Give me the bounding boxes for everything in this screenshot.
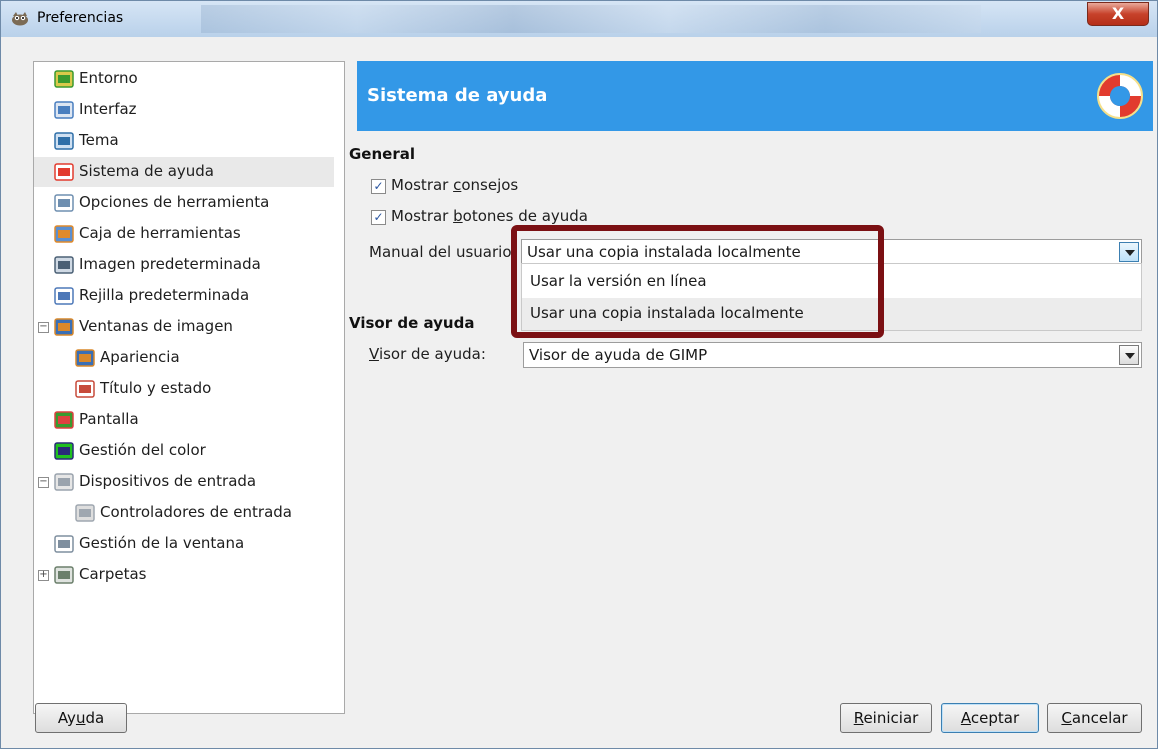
sidebar-item-label: Sistema de ayuda xyxy=(79,162,214,180)
lifebuoy-icon xyxy=(1097,73,1143,119)
title-bar[interactable]: Preferencias X xyxy=(1,1,1157,37)
sidebar-item-environment[interactable]: Entorno xyxy=(34,64,334,94)
help-system-icon xyxy=(54,163,74,181)
sidebar-item-label: Rejilla predeterminada xyxy=(79,286,250,304)
sidebar-item-display[interactable]: Pantalla xyxy=(34,405,334,435)
appearance-icon xyxy=(75,349,95,367)
color-management-icon xyxy=(54,442,74,460)
sidebar-item-label: Imagen predeterminada xyxy=(79,255,261,273)
chevron-down-icon[interactable] xyxy=(1119,345,1139,365)
display-icon xyxy=(54,411,74,429)
interface-icon xyxy=(54,101,74,119)
sidebar-item-label: Carpetas xyxy=(79,565,147,583)
environment-icon xyxy=(54,70,74,88)
show-help-buttons-label[interactable]: Mostrar botones de ayuda xyxy=(391,207,588,225)
window-title: Preferencias xyxy=(37,10,124,26)
sidebar-item-label: Interfaz xyxy=(79,100,137,118)
sidebar-item-toolbox[interactable]: Caja de herramientas xyxy=(34,219,334,249)
help-button[interactable]: Ayuda xyxy=(35,703,127,733)
sidebar-item-help-system[interactable]: Sistema de ayuda xyxy=(34,157,334,187)
toolbox-icon xyxy=(54,225,74,243)
default-image-icon xyxy=(54,256,74,274)
general-heading: General xyxy=(349,145,415,163)
title-status-icon xyxy=(75,380,95,398)
input-devices-icon xyxy=(54,473,74,491)
help-browser-heading: Visor de ayuda xyxy=(349,314,475,332)
sidebar-item-default-image[interactable]: Imagen predeterminada xyxy=(34,250,334,280)
sidebar-item-label: Controladores de entrada xyxy=(100,503,292,521)
ok-button[interactable]: Aceptar xyxy=(941,703,1039,733)
sidebar-item-label: Dispositivos de entrada xyxy=(79,472,257,490)
sidebar-item-input-devices[interactable]: − Dispositivos de entrada xyxy=(34,467,334,497)
section-title: Sistema de ayuda xyxy=(367,85,548,106)
default-grid-icon xyxy=(54,287,74,305)
theme-icon xyxy=(54,132,74,150)
sidebar-item-image-windows[interactable]: − Ventanas de imagen xyxy=(34,312,334,342)
sidebar-item-label: Entorno xyxy=(79,69,138,87)
expand-icon[interactable]: + xyxy=(38,570,49,581)
tool-options-icon xyxy=(54,194,74,212)
window-management-icon xyxy=(54,535,74,553)
help-browser-combo[interactable]: Visor de ayuda de GIMP xyxy=(523,342,1142,368)
sidebar-item-tool-options[interactable]: Opciones de herramienta xyxy=(34,188,334,218)
sidebar-item-label: Gestión del color xyxy=(79,441,206,459)
show-tips-label[interactable]: Mostrar consejos xyxy=(391,176,518,194)
show-tips-checkbox[interactable]: ✓ xyxy=(371,179,386,194)
sidebar-item-title-status[interactable]: Título y estado xyxy=(34,374,334,404)
reset-button[interactable]: Reiniciar xyxy=(840,703,932,733)
sidebar-item-label: Apariencia xyxy=(100,348,180,366)
sidebar-item-interface[interactable]: Interfaz xyxy=(34,95,334,125)
sidebar-item-window-management[interactable]: Gestión de la ventana xyxy=(34,529,334,559)
sidebar-item-input-controllers[interactable]: Controladores de entrada xyxy=(34,498,334,528)
section-banner: Sistema de ayuda xyxy=(357,61,1153,131)
help-browser-label: Visor de ayuda: xyxy=(369,345,486,363)
sidebar-item-label: Título y estado xyxy=(100,379,212,397)
sidebar-item-folders[interactable]: + Carpetas xyxy=(34,560,334,590)
close-button[interactable]: X xyxy=(1087,2,1149,26)
sidebar-item-theme[interactable]: Tema xyxy=(34,126,334,156)
sidebar-item-label: Pantalla xyxy=(79,410,139,428)
cancel-button[interactable]: Cancelar xyxy=(1047,703,1142,733)
sidebar-item-label: Ventanas de imagen xyxy=(79,317,233,335)
gimp-icon xyxy=(12,12,28,26)
help-browser-value: Visor de ayuda de GIMP xyxy=(529,346,708,364)
collapse-icon[interactable]: − xyxy=(38,477,49,488)
chevron-down-icon[interactable] xyxy=(1119,242,1139,262)
image-windows-icon xyxy=(54,318,74,336)
input-controllers-icon xyxy=(75,504,95,522)
dialog-content: Entorno Interfaz Tema Sistema de ayuda Opcio… xyxy=(11,37,1153,748)
preferences-window: Preferencias X Entorno Interfaz Tema Sistem… xyxy=(0,0,1158,749)
sidebar-item-label: Caja de herramientas xyxy=(79,224,241,242)
collapse-icon[interactable]: − xyxy=(38,322,49,333)
user-manual-label: Manual del usuario: xyxy=(369,243,517,261)
sidebar-item-label: Gestión de la ventana xyxy=(79,534,245,552)
sidebar-item-default-grid[interactable]: Rejilla predeterminada xyxy=(34,281,334,311)
sidebar-item-appearance[interactable]: Apariencia xyxy=(34,343,334,373)
titlebar-background xyxy=(201,5,981,33)
sidebar-item-label: Opciones de herramienta xyxy=(79,193,270,211)
sidebar-item-color-management[interactable]: Gestión del color xyxy=(34,436,334,466)
preferences-tree[interactable]: Entorno Interfaz Tema Sistema de ayuda Opcio… xyxy=(33,61,345,714)
show-help-buttons-checkbox[interactable]: ✓ xyxy=(371,210,386,225)
annotation-highlight-box xyxy=(511,225,884,338)
sidebar-item-label: Tema xyxy=(79,131,119,149)
folders-icon xyxy=(54,566,74,584)
